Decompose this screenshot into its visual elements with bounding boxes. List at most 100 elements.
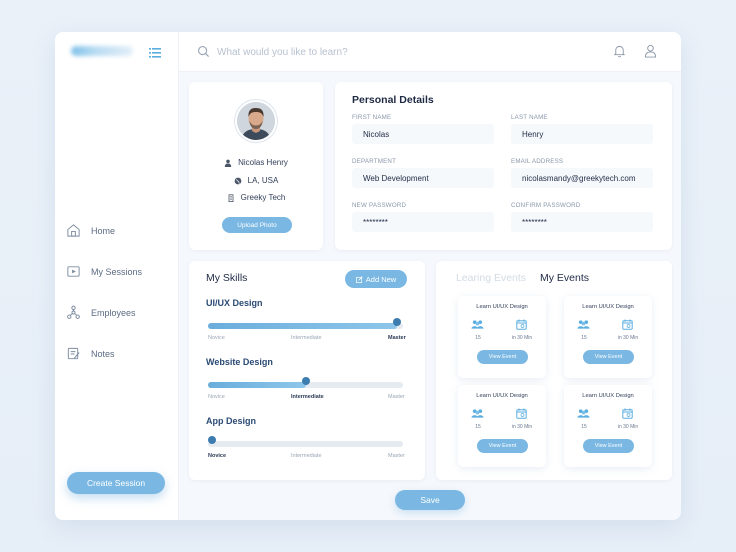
sidebar: Home My Sessions Employees Notes Create … <box>55 32 179 520</box>
view-event-button[interactable]: View Event <box>583 439 634 453</box>
event-attendee-count: 15 <box>581 335 587 341</box>
department-field[interactable]: Web Development <box>352 168 494 188</box>
section-title: Personal Details <box>352 94 434 106</box>
home-icon <box>67 224 80 237</box>
event-card[interactable]: Learn UI/UX Design 15 in 30 Min View Eve… <box>458 296 546 378</box>
skill-slider-handle[interactable] <box>301 377 310 385</box>
skill-slider-track[interactable] <box>208 318 403 329</box>
calendar-icon <box>516 408 527 419</box>
event-card[interactable]: Learn UI/UX Design 15 in 30 Min View Eve… <box>564 385 652 467</box>
sidebar-item-notes[interactable]: Notes <box>55 333 179 374</box>
sidebar-item-employees[interactable]: Employees <box>55 292 179 333</box>
add-new-label: Add New <box>365 274 397 284</box>
video-icon <box>67 266 80 277</box>
profile-company-row: Greeky Tech <box>189 193 323 202</box>
skill-progress-fill <box>208 323 398 329</box>
skill-slider-handle[interactable] <box>208 436 216 444</box>
personal-details-card: Personal Details FIRST NAME Nicolas LAST… <box>335 82 672 250</box>
calendar-icon <box>622 408 633 419</box>
level-intermediate-label: Intermediate <box>291 394 324 400</box>
view-event-button[interactable]: View Event <box>477 350 528 364</box>
email-field[interactable]: nicolasmandy@greekytech.com <box>511 168 653 188</box>
calendar-icon <box>516 319 527 330</box>
sidebar-item-label: Notes <box>91 348 115 359</box>
level-master-label: Master <box>388 335 406 341</box>
confirm-password-field[interactable]: ******** <box>511 212 653 232</box>
top-bar <box>179 32 681 72</box>
event-title: Learn UI/UX Design <box>476 393 528 399</box>
my-skills-card: My Skills Add New UI/UX Design Novice In… <box>189 261 425 480</box>
profile-location-row: LA, USA <box>189 176 323 185</box>
new-password-field[interactable]: ******** <box>352 212 494 232</box>
edit-icon <box>355 275 363 283</box>
attendees-icon <box>577 320 590 329</box>
profile-company: Greeky Tech <box>240 193 286 202</box>
event-card[interactable]: Learn UI/UX Design 15 in 30 Min View Eve… <box>458 385 546 467</box>
sidebar-item-my-sessions[interactable]: My Sessions <box>55 251 179 292</box>
level-novice-label: Novice <box>208 394 225 400</box>
app-window: Home My Sessions Employees Notes Create … <box>55 32 681 520</box>
logo[interactable] <box>71 46 133 56</box>
user-icon[interactable] <box>644 44 657 58</box>
event-title: Learn UI/UX Design <box>582 304 634 310</box>
event-time: in 30 Min <box>617 335 639 341</box>
skill-name: UI/UX Design <box>206 298 263 308</box>
level-master-label: Master <box>388 394 405 400</box>
level-intermediate-label: Intermediate <box>291 335 322 341</box>
event-title: Learn UI/UX Design <box>476 304 528 310</box>
new-password-label: NEW PASSWORD <box>352 202 407 209</box>
event-attendee-count: 15 <box>581 424 587 430</box>
skill-slider-track[interactable] <box>208 436 403 447</box>
event-time: in 30 Min <box>617 424 639 430</box>
avatar[interactable] <box>235 100 277 142</box>
skill-slider-handle[interactable] <box>393 318 402 326</box>
globe-icon <box>234 177 242 184</box>
skill-slider-track[interactable] <box>208 377 403 388</box>
event-title: Learn UI/UX Design <box>582 393 634 399</box>
tab-learning-events[interactable]: Learing Events <box>456 272 526 284</box>
upload-photo-button[interactable]: Upload Photo <box>222 217 292 233</box>
first-name-label: FIRST NAME <box>352 114 392 121</box>
event-card[interactable]: Learn UI/UX Design 15 in 30 Min View Eve… <box>564 296 652 378</box>
event-attendee-count: 15 <box>475 335 481 341</box>
create-session-button[interactable]: Create Session <box>67 472 165 494</box>
sidebar-item-label: My Sessions <box>91 266 143 277</box>
attendees-icon <box>471 409 484 418</box>
skill-name: App Design <box>206 416 257 426</box>
save-button[interactable]: Save <box>395 490 465 510</box>
email-label: EMAIL ADDRESS <box>511 158 564 165</box>
search-icon <box>198 46 210 58</box>
sidebar-nav: Home My Sessions Employees Notes <box>55 210 179 374</box>
attendees-icon <box>471 320 484 329</box>
search-input[interactable] <box>217 44 517 60</box>
profile-name-row: Nicolas Henry <box>189 158 323 167</box>
section-title: My Skills <box>206 272 248 284</box>
person-icon <box>224 159 232 167</box>
first-name-field[interactable]: Nicolas <box>352 124 494 144</box>
sidebar-item-label: Employees <box>91 307 136 318</box>
tab-my-events[interactable]: My Events <box>540 272 589 284</box>
org-chart-icon <box>67 305 80 319</box>
profile-location: LA, USA <box>247 176 279 185</box>
sidebar-item-home[interactable]: Home <box>55 210 179 251</box>
menu-toggle-icon[interactable] <box>149 45 161 58</box>
sidebar-item-label: Home <box>91 225 116 236</box>
add-new-button[interactable]: Add New <box>345 270 407 288</box>
level-novice-label: Novice <box>208 335 225 341</box>
notes-icon <box>67 347 80 360</box>
bell-icon[interactable] <box>613 44 626 58</box>
events-card: Learing Events My Events Learn UI/UX Des… <box>436 261 672 480</box>
confirm-password-label: CONFIRM PASSWORD <box>511 202 581 209</box>
view-event-button[interactable]: View Event <box>583 350 634 364</box>
attendees-icon <box>577 409 590 418</box>
department-label: DEPARTMENT <box>352 158 397 165</box>
view-event-button[interactable]: View Event <box>477 439 528 453</box>
skill-name: Website Design <box>206 357 273 367</box>
event-attendee-count: 15 <box>475 424 481 430</box>
skill-progress-fill <box>208 382 306 388</box>
level-master-label: Master <box>388 453 405 459</box>
event-time: in 30 Min <box>511 335 533 341</box>
last-name-field[interactable]: Henry <box>511 124 653 144</box>
level-intermediate-label: Intermediate <box>291 453 322 459</box>
event-time: in 30 Min <box>511 424 533 430</box>
